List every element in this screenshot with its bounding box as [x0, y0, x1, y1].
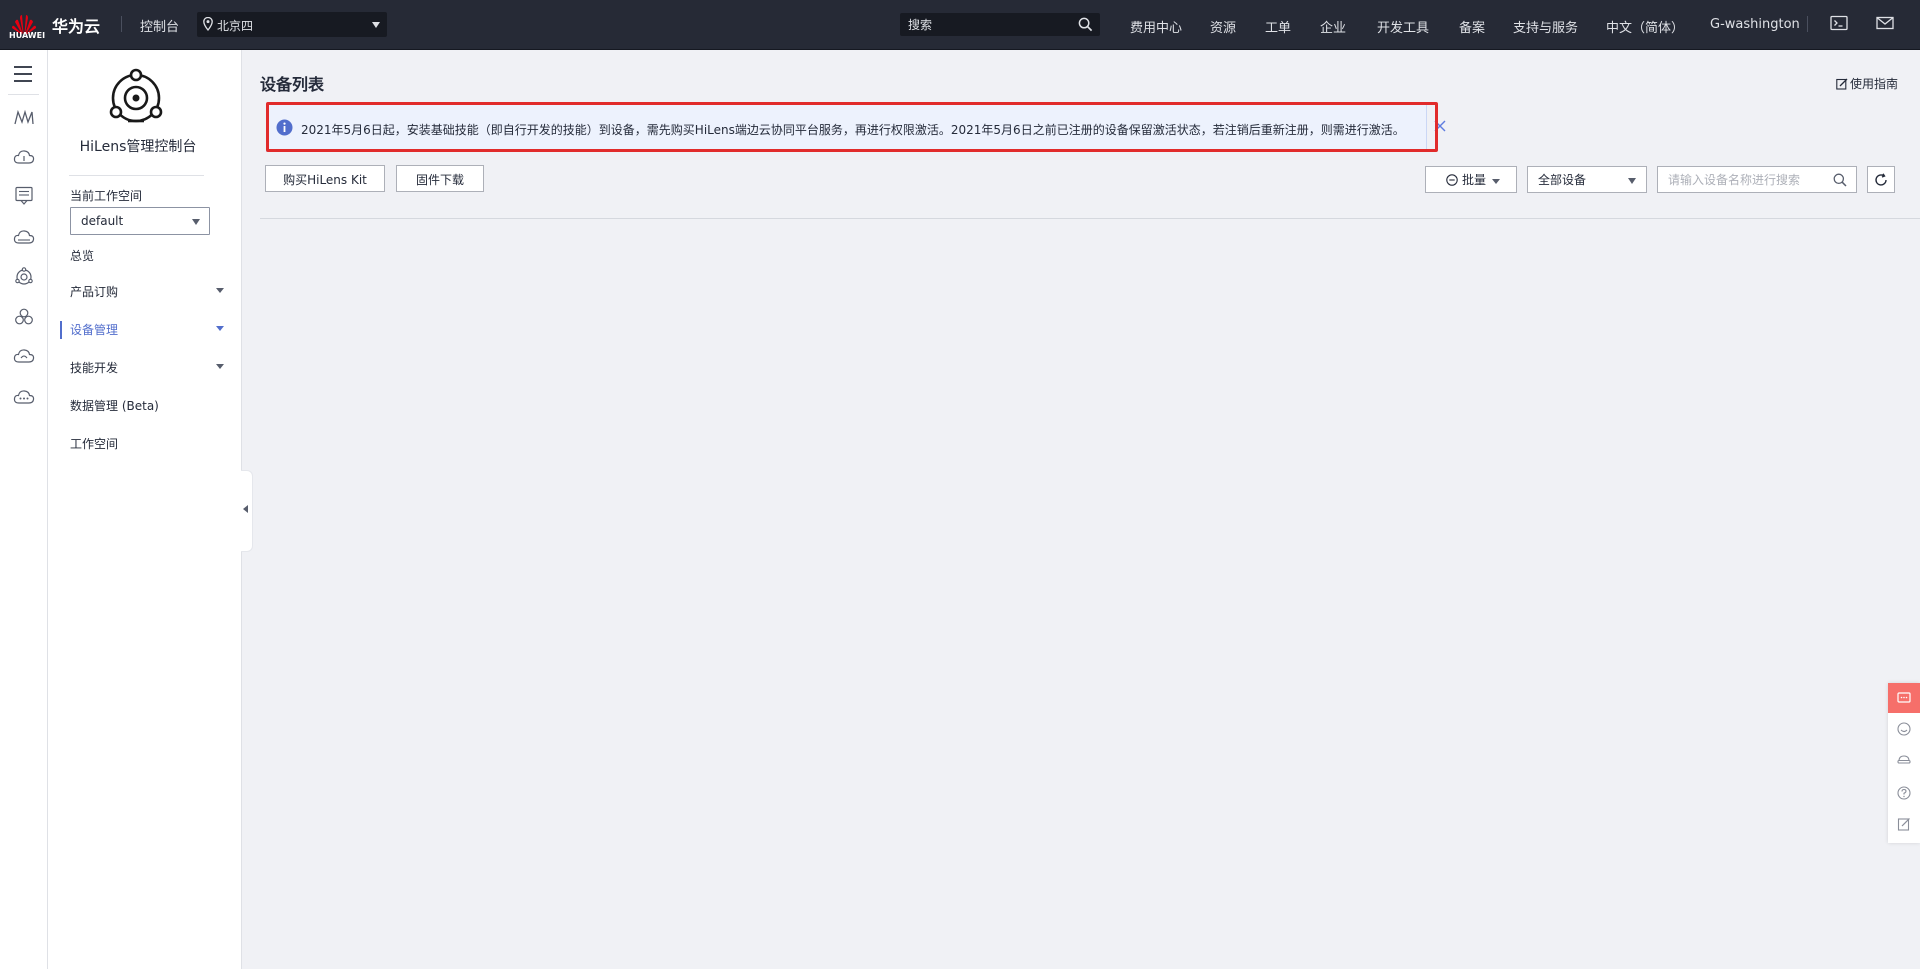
divider	[1807, 16, 1808, 32]
chevron-down-icon	[372, 22, 380, 28]
caret-down-icon	[1492, 179, 1500, 184]
nav-language[interactable]: 中文（简体）	[1606, 17, 1684, 36]
iot-device-icon[interactable]	[13, 186, 35, 206]
sidebar-item-label: 技能开发	[70, 361, 119, 375]
service-side-nav: HiLens管理控制台 当前工作空间 default 总览 产品订购 设备管理 …	[48, 50, 242, 969]
sidebar-item-product-order[interactable]: 产品订购	[70, 283, 230, 303]
workspace-value: default	[81, 214, 124, 228]
more-services-icon[interactable]	[13, 388, 35, 408]
feedback-button[interactable]	[1888, 683, 1920, 713]
sidebar-collapse-toggle[interactable]	[241, 470, 253, 552]
refresh-button[interactable]	[1867, 166, 1895, 193]
service-title: HiLens管理控制台	[79, 139, 197, 155]
info-icon	[276, 119, 293, 136]
page-title: 设备列表	[260, 75, 325, 94]
search-icon[interactable]	[1833, 173, 1847, 187]
sidebar-item-label: 产品订购	[70, 285, 119, 299]
device-filter-select[interactable]: 全部设备	[1527, 166, 1647, 193]
active-indicator	[60, 321, 62, 339]
batch-label: 批量	[1462, 173, 1487, 187]
nav-resources[interactable]: 资源	[1210, 17, 1236, 36]
sidebar-item-device-management[interactable]: 设备管理	[70, 321, 230, 341]
service-icon-rail	[0, 50, 48, 969]
cloud-icon[interactable]	[13, 228, 35, 248]
menu-icon[interactable]	[13, 65, 33, 83]
close-icon[interactable]	[1433, 119, 1447, 133]
edit-feedback-icon[interactable]	[1897, 817, 1911, 831]
sidebar-item-label: 设备管理	[70, 323, 119, 337]
sidebar-item-skill-development[interactable]: 技能开发	[70, 359, 230, 379]
sidebar-item-workspace[interactable]: 工作空间	[70, 435, 230, 455]
hilens-service-logo-icon	[109, 68, 163, 123]
smile-icon[interactable]	[1897, 722, 1911, 736]
workspace-label: 当前工作空间	[70, 189, 143, 203]
hilens-icon[interactable]	[13, 267, 35, 287]
brand-name[interactable]: 华为云	[52, 13, 100, 37]
cloud-cluster-icon[interactable]	[13, 307, 35, 327]
location-pin-icon	[203, 17, 213, 31]
global-search-input[interactable]	[900, 13, 1081, 36]
divider	[260, 218, 1920, 219]
user-guide-link[interactable]: 使用指南	[1836, 75, 1898, 92]
notice-banner: 2021年5月6日起，安装基础技能（即自行开发的技能）到设备，需先购买HiLen…	[266, 104, 1427, 152]
nav-enterprise[interactable]: 企业	[1320, 17, 1346, 36]
chevron-left-icon	[243, 505, 248, 513]
huawei-wordmark: HUAWEI	[9, 31, 46, 40]
cloud-shell-icon[interactable]	[1830, 15, 1848, 31]
user-guide-label: 使用指南	[1850, 77, 1899, 91]
top-bar: HUAWEI 华为云 控制台 北京四 费用中心 资源 工单 企业 开发工具 备案…	[0, 0, 1920, 50]
nav-billing[interactable]: 费用中心	[1130, 17, 1182, 36]
help-icon[interactable]	[1897, 786, 1911, 800]
nav-tickets[interactable]: 工单	[1265, 17, 1291, 36]
sidebar-item-data-management[interactable]: 数据管理 (Beta)	[70, 397, 230, 417]
sidebar-item-label: 总览	[70, 249, 95, 263]
global-search[interactable]	[900, 13, 1100, 36]
nav-dev-tools[interactable]: 开发工具	[1377, 17, 1429, 36]
console-link[interactable]: 控制台	[140, 16, 179, 35]
chat-icon	[1897, 692, 1911, 703]
mail-icon[interactable]	[1876, 15, 1894, 31]
firmware-download-button[interactable]: 固件下载	[396, 165, 484, 192]
caret-down-icon	[216, 288, 224, 293]
minus-circle-icon	[1446, 174, 1458, 186]
edit-guide-icon	[1836, 78, 1848, 90]
customer-service-icon[interactable]	[1897, 754, 1911, 768]
device-filter-value: 全部设备	[1538, 173, 1587, 187]
refresh-icon	[1875, 173, 1887, 186]
chevron-down-icon	[192, 219, 200, 225]
nav-user[interactable]: G-washington	[1710, 17, 1800, 32]
region-selector[interactable]: 北京四	[197, 12, 387, 37]
workspace-select[interactable]: default	[70, 207, 210, 235]
batch-actions-button[interactable]: 批量	[1425, 166, 1517, 193]
chevron-down-icon	[1628, 178, 1636, 184]
divider	[69, 175, 204, 176]
divider	[8, 94, 39, 95]
cloud-sync-icon[interactable]	[13, 347, 35, 367]
device-search[interactable]	[1657, 166, 1857, 193]
sidebar-item-label: 数据管理 (Beta)	[70, 399, 159, 413]
sidebar-item-overview[interactable]: 总览	[70, 247, 230, 267]
device-search-input[interactable]	[1658, 167, 1843, 192]
notice-text: 2021年5月6日起，安装基础技能（即自行开发的技能）到设备，需先购买HiLen…	[301, 123, 1405, 137]
search-icon[interactable]	[1078, 17, 1093, 32]
caret-down-icon	[216, 364, 224, 369]
modelarts-icon[interactable]	[13, 108, 35, 128]
nav-icp-filing[interactable]: 备案	[1459, 17, 1485, 36]
caret-down-icon	[216, 326, 224, 331]
region-label: 北京四	[217, 19, 254, 33]
cloud-service-icon[interactable]	[13, 147, 35, 167]
divider	[121, 16, 122, 32]
nav-support[interactable]: 支持与服务	[1513, 17, 1578, 36]
buy-hilens-kit-button[interactable]: 购买HiLens Kit	[265, 165, 385, 192]
floating-toolbar	[1888, 683, 1920, 843]
sidebar-item-label: 工作空间	[70, 437, 119, 451]
